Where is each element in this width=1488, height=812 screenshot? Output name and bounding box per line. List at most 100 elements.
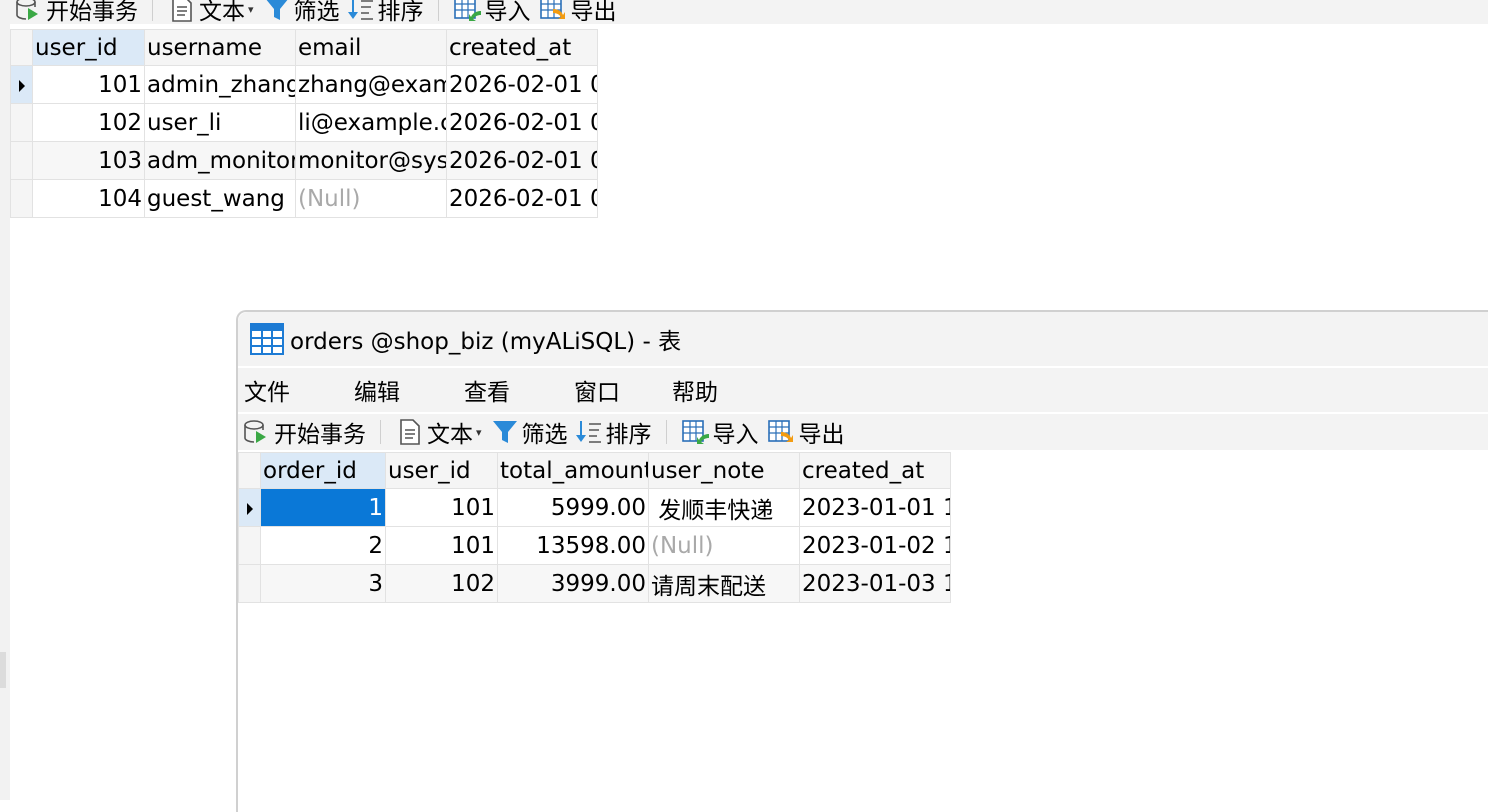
table-row[interactable]: 2 101 13598.00 (Null) 2023-01-02 1 xyxy=(238,526,951,565)
cell-total-amount[interactable]: 3999.00 xyxy=(497,564,649,603)
filter-button[interactable]: 筛选 xyxy=(490,417,568,448)
column-header-username[interactable]: username xyxy=(144,29,296,66)
text-button[interactable]: 文本 ▾ xyxy=(167,0,254,25)
cell-user-id[interactable]: 101 xyxy=(32,65,145,104)
text-label: 文本 xyxy=(199,0,245,25)
toolbar-separator xyxy=(665,420,667,444)
cell-email-null[interactable]: (Null) xyxy=(295,179,447,218)
column-header-created-at[interactable]: created_at xyxy=(799,452,951,489)
cell-email[interactable]: monitor@sys xyxy=(295,141,447,180)
orders-window: orders @shop_biz (myALiSQL) - 表 文件 编辑 查看… xyxy=(236,310,1488,812)
document-text-icon xyxy=(167,0,197,23)
cell-user-id[interactable]: 102 xyxy=(32,103,145,142)
table-row[interactable]: 101 admin_zhang zhang@example.com 2026-0… xyxy=(10,65,598,104)
cell-username[interactable]: admin_zhang xyxy=(144,65,296,104)
cell-created-at[interactable]: 2023-01-02 1 xyxy=(799,526,951,565)
column-header-user-id[interactable]: user_id xyxy=(32,29,145,66)
column-header-created-at[interactable]: created_at xyxy=(446,29,598,66)
row-indicator[interactable] xyxy=(10,141,33,180)
grid-header-row: user_id username email created_at xyxy=(10,29,598,66)
cell-user-id[interactable]: 101 xyxy=(385,526,498,565)
menu-file[interactable]: 文件 xyxy=(244,373,290,407)
sort-icon xyxy=(346,0,376,23)
table-row[interactable]: 103 adm_monitor monitor@sys 2026-02-01 0 xyxy=(10,141,598,180)
cell-order-id[interactable]: 2 xyxy=(260,526,386,565)
table-export-icon xyxy=(539,0,569,23)
toolbar-separator xyxy=(152,0,153,21)
cell-created-at[interactable]: 2023-01-03 1 xyxy=(799,564,951,603)
column-header-order-id[interactable]: order_id xyxy=(260,452,386,489)
import-label: 导入 xyxy=(484,0,531,25)
cell-user-id[interactable]: 104 xyxy=(32,179,145,218)
menu-help[interactable]: 帮助 xyxy=(672,373,718,407)
filter-button[interactable]: 筛选 xyxy=(262,0,340,25)
sort-button[interactable]: 排序 xyxy=(346,0,424,25)
column-header-total-amount[interactable]: total_amount xyxy=(497,452,649,489)
cell-email[interactable]: li@example.com xyxy=(295,103,447,142)
menu-edit[interactable]: 编辑 xyxy=(354,373,400,407)
table-import-icon xyxy=(453,0,483,23)
table-grid-icon xyxy=(250,323,284,355)
database-transaction-icon xyxy=(14,0,44,23)
column-header-user-id[interactable]: user_id xyxy=(385,452,498,489)
cell-created-at[interactable]: 2026-02-01 0 xyxy=(446,179,598,218)
cell-order-id-selected[interactable]: 1 xyxy=(260,488,386,527)
cell-user-id[interactable]: 102 xyxy=(385,564,498,603)
cell-user-id[interactable]: 101 xyxy=(385,488,498,527)
begin-transaction-button[interactable]: 开始事务 xyxy=(14,0,138,25)
row-pointer-icon xyxy=(18,79,25,92)
begin-transaction-button[interactable]: 开始事务 xyxy=(242,417,366,448)
window-title: orders @shop_biz (myALiSQL) - 表 xyxy=(290,329,682,355)
text-button[interactable]: 文本 ▾ xyxy=(395,417,482,448)
cell-created-at[interactable]: 2023-01-01 1 xyxy=(799,488,951,527)
table-row[interactable]: 3 102 3999.00 请周末配送 2023-01-03 1 xyxy=(238,564,951,603)
cell-username[interactable]: adm_monitor xyxy=(144,141,296,180)
sort-label: 排序 xyxy=(605,422,652,448)
column-header-email[interactable]: email xyxy=(295,29,447,66)
sort-button[interactable]: 排序 xyxy=(574,417,652,448)
menu-window[interactable]: 窗口 xyxy=(574,373,620,407)
row-indicator[interactable] xyxy=(238,526,261,565)
top-toolbar: 开始事务 文本 ▾ 筛选 排序 导入 导出 xyxy=(10,0,1488,25)
cell-total-amount[interactable]: 5999.00 xyxy=(497,488,649,527)
database-transaction-icon xyxy=(242,418,272,446)
table-row[interactable]: 1 101 5999.00 发顺丰快递 2023-01-01 1 xyxy=(238,488,951,527)
cell-created-at[interactable]: 2026-02-01 0 xyxy=(446,141,598,180)
table-export-icon xyxy=(767,418,797,446)
sort-label: 排序 xyxy=(377,0,424,25)
row-indicator[interactable] xyxy=(238,564,261,603)
resize-handle[interactable] xyxy=(0,652,6,688)
import-label: 导入 xyxy=(712,422,759,448)
current-row-indicator[interactable] xyxy=(238,488,261,527)
row-indicator[interactable] xyxy=(10,103,33,142)
column-header-user-note[interactable]: user_note xyxy=(648,452,800,489)
left-window-edge xyxy=(0,0,10,800)
export-label: 导出 xyxy=(798,422,845,448)
row-indicator[interactable] xyxy=(10,179,33,218)
cell-order-id[interactable]: 3 xyxy=(260,564,386,603)
window-title-bar[interactable]: orders @shop_biz (myALiSQL) - 表 xyxy=(238,312,1488,366)
cell-user-note[interactable]: 请周末配送 xyxy=(648,564,800,603)
table-row[interactable]: 104 guest_wang (Null) 2026-02-01 0 xyxy=(10,179,598,218)
cell-created-at[interactable]: 2026-02-01 0 xyxy=(446,65,598,104)
menu-view[interactable]: 查看 xyxy=(464,373,510,407)
cell-username[interactable]: guest_wang xyxy=(144,179,296,218)
toolbar-separator xyxy=(380,420,381,444)
cell-username[interactable]: user_li xyxy=(144,103,296,142)
filter-funnel-icon xyxy=(490,418,520,446)
cell-total-amount[interactable]: 13598.00 xyxy=(497,526,649,565)
cell-user-id[interactable]: 103 xyxy=(32,141,145,180)
table-row[interactable]: 102 user_li li@example.com 2026-02-01 0 xyxy=(10,103,598,142)
cell-email[interactable]: zhang@example.com xyxy=(295,65,447,104)
export-button[interactable]: 导出 xyxy=(539,0,617,25)
sort-icon xyxy=(574,418,604,446)
orders-toolbar: 开始事务 文本 ▾ 筛选 排序 导入 导出 xyxy=(238,414,1488,450)
export-button[interactable]: 导出 xyxy=(767,417,845,448)
import-button[interactable]: 导入 xyxy=(681,417,759,448)
cell-user-note[interactable]: 发顺丰快递 xyxy=(648,488,800,527)
cell-created-at[interactable]: 2026-02-01 0 xyxy=(446,103,598,142)
export-label: 导出 xyxy=(570,0,617,25)
current-row-indicator[interactable] xyxy=(10,65,33,104)
import-button[interactable]: 导入 xyxy=(453,0,531,25)
cell-user-note-null[interactable]: (Null) xyxy=(648,526,800,565)
